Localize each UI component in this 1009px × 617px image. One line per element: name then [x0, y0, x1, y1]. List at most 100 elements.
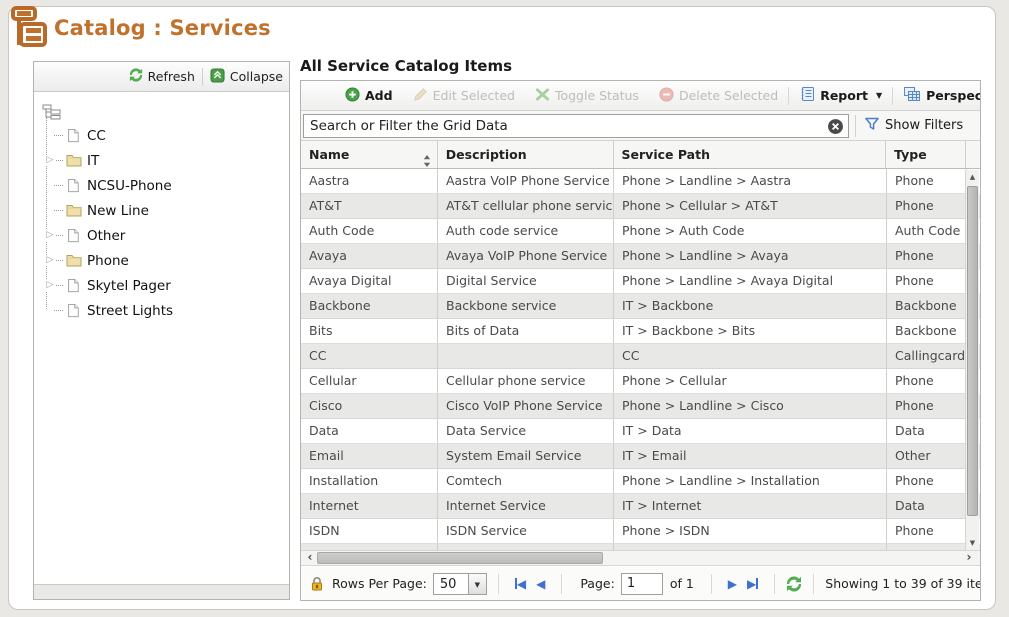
table-row-cellular[interactable]: CellularCellular phone servicePhone > Ce…: [301, 369, 980, 394]
tree-item-phone[interactable]: ▷ Phone: [42, 248, 289, 273]
table-row-isdn[interactable]: ISDNISDN ServicePhone > ISDNPhone: [301, 519, 980, 544]
table-row-cc[interactable]: CCCCCallingcards: [301, 344, 980, 369]
show-filters-label: Show Filters: [885, 118, 963, 133]
page-number-input[interactable]: [621, 573, 663, 595]
edit-selected-button[interactable]: Edit Selected: [413, 87, 515, 105]
tree-item-street-lights[interactable]: Street Lights: [42, 298, 289, 323]
cell-type: Phone: [887, 519, 967, 544]
tree-branch-line: [54, 310, 63, 311]
collapse-tree-button[interactable]: Collapse: [210, 68, 283, 86]
table-row-bits[interactable]: BitsBits of DataIT > Backbone > BitsBack…: [301, 319, 980, 344]
page-icon: [66, 278, 82, 294]
footer-separator: [498, 574, 499, 594]
refresh-label: Refresh: [148, 69, 195, 84]
cell-name: AT&T: [301, 194, 438, 219]
search-input[interactable]: [304, 115, 848, 137]
show-filters-button[interactable]: Show Filters: [864, 116, 963, 136]
grid-header-row: NameDescriptionService PathType: [301, 141, 980, 169]
tree-item-it[interactable]: ▷IT: [42, 148, 289, 173]
table-row-data[interactable]: DataData ServiceIT > DataData: [301, 419, 980, 444]
tree-item-new-line[interactable]: New Line: [42, 198, 289, 223]
toolbar-separator: [788, 87, 789, 105]
tree-root-icon: [42, 104, 61, 120]
cell-type: Phone: [887, 244, 967, 269]
cell-type: Phone: [887, 469, 967, 494]
service-catalog-grid-panel: Add Edit Selected Toggle Status Delete S…: [300, 80, 981, 601]
clear-search-icon[interactable]: [827, 118, 844, 135]
tree-item-other[interactable]: ▷Other: [42, 223, 289, 248]
cell-type: Other: [887, 444, 967, 469]
page-title: Catalog : Services: [54, 16, 271, 40]
table-row-aastra[interactable]: AastraAastra VoIP Phone ServicePhone > L…: [301, 169, 980, 194]
table-row-installation[interactable]: InstallationComtechPhone > Landline > In…: [301, 469, 980, 494]
table-row-avaya-digital[interactable]: Avaya DigitalDigital ServicePhone > Land…: [301, 269, 980, 294]
showing-items-text: Showing 1 to 39 of 39 items: [825, 576, 980, 591]
column-header-service-path[interactable]: Service Path: [614, 141, 887, 168]
expand-arrow-icon[interactable]: ▷: [44, 255, 56, 266]
last-page-button[interactable]: ▶: [747, 577, 758, 591]
perspectives-icon: [903, 86, 921, 105]
horizontal-scrollbar-thumb[interactable]: [317, 552, 603, 564]
table-row-cisco[interactable]: CiscoCisco VoIP Phone ServicePhone > Lan…: [301, 394, 980, 419]
cell-service_path: IT > Backbone > Bits: [614, 319, 887, 344]
table-row-auth-code[interactable]: Auth CodeAuth code servicePhone > Auth C…: [301, 219, 980, 244]
next-page-button[interactable]: ▶: [728, 577, 737, 591]
cell-service_path: IT > Backbone: [614, 294, 887, 319]
rows-per-page-value: 50: [433, 573, 469, 595]
delete-selected-button[interactable]: Delete Selected: [659, 87, 778, 105]
table-row-internet[interactable]: InternetInternet ServiceIT > InternetDat…: [301, 494, 980, 519]
catalog-tree-panel: Refresh Collapse CC▷ITN: [33, 61, 290, 600]
tree-root-node[interactable]: [42, 101, 289, 123]
expand-arrow-icon[interactable]: ▷: [44, 230, 56, 241]
tree-item-ncsu-phone[interactable]: NCSU-Phone: [42, 173, 289, 198]
tree-item-label: Phone: [87, 253, 129, 269]
filter-funnel-icon: [864, 116, 880, 136]
previous-page-button[interactable]: ◀: [536, 577, 545, 591]
first-page-button[interactable]: ◀: [515, 577, 526, 591]
refresh-tree-button[interactable]: Refresh: [129, 68, 195, 85]
vertical-scrollbar[interactable]: ▲ ▼: [965, 170, 979, 550]
tree-item-cc[interactable]: CC: [42, 123, 289, 148]
column-header-name[interactable]: Name: [301, 141, 438, 168]
scroll-left-arrow[interactable]: ‹: [303, 551, 317, 565]
expand-arrow-icon[interactable]: ▷: [44, 155, 56, 166]
column-header-type[interactable]: Type: [886, 141, 966, 168]
refresh-grid-icon[interactable]: [786, 576, 802, 592]
cell-name: Data: [301, 419, 438, 444]
footer-separator: [813, 574, 814, 594]
sort-icon[interactable]: [423, 149, 431, 168]
page-icon: [66, 128, 82, 144]
collapse-label: Collapse: [230, 69, 283, 84]
cell-name: Cellular: [301, 369, 438, 394]
cell-type: Phone: [887, 394, 967, 419]
tree-item-skytel-pager[interactable]: ▷Skytel Pager: [42, 273, 289, 298]
table-row-email[interactable]: EmailSystem Email ServiceIT > EmailOther: [301, 444, 980, 469]
add-button[interactable]: Add: [345, 87, 393, 105]
table-row-backbone[interactable]: BackboneBackbone serviceIT > BackboneBac…: [301, 294, 980, 319]
rows-per-page-select[interactable]: 50 ▼: [433, 573, 487, 595]
toggle-status-icon: [535, 87, 550, 105]
column-header-description[interactable]: Description: [438, 141, 614, 168]
cell-service_path: Phone > Landline > Installation: [614, 469, 887, 494]
perspectives-menu-button[interactable]: Perspectives ▼: [903, 86, 981, 105]
footer-separator: [774, 574, 775, 594]
horizontal-scrollbar[interactable]: ‹ ›: [301, 550, 980, 566]
scroll-up-arrow[interactable]: ▲: [966, 170, 979, 184]
cell-description: Cisco VoIP Phone Service: [438, 394, 614, 419]
cell-service_path: IT > Email: [614, 444, 887, 469]
table-row-avaya[interactable]: AvayaAvaya VoIP Phone ServicePhone > Lan…: [301, 244, 980, 269]
cell-description: Bits of Data: [438, 319, 614, 344]
cell-name: Email: [301, 444, 438, 469]
toggle-status-button[interactable]: Toggle Status: [535, 87, 639, 105]
add-label: Add: [365, 88, 393, 103]
cell-type: Data: [887, 419, 967, 444]
table-row-at-t[interactable]: AT&TAT&T cellular phone servicePhone > C…: [301, 194, 980, 219]
expand-arrow-icon[interactable]: ▷: [44, 280, 56, 291]
scroll-down-arrow[interactable]: ▼: [966, 536, 979, 550]
report-menu-button[interactable]: Report ▼: [799, 86, 882, 105]
scroll-right-arrow[interactable]: ›: [962, 551, 976, 565]
vertical-scrollbar-thumb[interactable]: [967, 186, 978, 516]
chevron-down-icon: ▼: [469, 573, 487, 595]
tree-branch-line: [54, 210, 63, 211]
page-icon: [66, 178, 82, 194]
